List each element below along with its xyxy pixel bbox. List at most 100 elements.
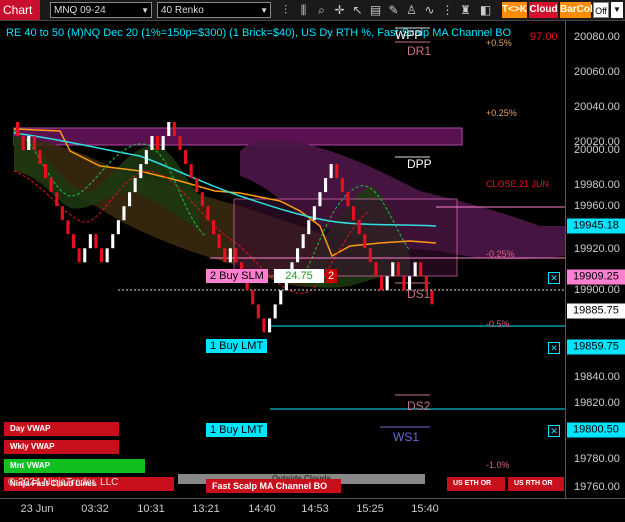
renko-brick-up [329,164,333,179]
chevron-down-icon[interactable]: ▼ [611,2,623,18]
chart-tab[interactable]: Chart [0,0,40,20]
us-eth-or-button[interactable]: US ETH OR [447,477,505,491]
renko-brick-down [256,304,260,319]
bar-type-label: 40 Renko [161,5,204,16]
chart-trader-icon[interactable]: ⋮ [439,2,456,18]
tk-toggle-button[interactable]: T<>K [502,2,527,18]
renko-brick-down [217,234,221,249]
zoom-icon[interactable]: ⌕ [313,2,330,18]
y-tick: 19760.00 [574,481,620,493]
window-link-icon[interactable]: ◧ [477,2,494,18]
current-price-tag: 19885.75 [567,303,625,319]
renko-brick-down [21,136,25,150]
renko-brick-up [318,192,322,207]
x-tick: 13:21 [192,503,220,515]
renko-brick-up [385,276,389,291]
day-vwap-button[interactable]: Day VWAP [4,422,119,436]
strategies-icon[interactable]: ♙ [403,2,420,18]
close-icon[interactable]: ✕ [548,342,560,354]
renko-brick-down [178,136,182,150]
buy-limit-price-tag-2: 19800.50 [567,422,625,438]
ds1-label: DS1 [407,287,431,301]
renko-brick-down [195,178,199,193]
mnt-vwap-button[interactable]: Mnt VWAP [4,459,145,473]
buy-slm-order-label[interactable]: 2 Buy SLM [206,269,268,283]
buy-limit-price-tag-1: 19859.75 [567,339,625,355]
instrument-selector[interactable]: MNQ 09-24 ▼ [50,2,152,18]
renko-brick-up [296,248,300,263]
renko-brick-down [66,220,70,235]
renko-brick-up [301,234,305,249]
y-tick: 19820.00 [574,397,620,409]
pct-minus-100-label: -1.0% [486,460,510,470]
renko-brick-down [184,150,188,165]
buy-slm-price[interactable]: 24.75 [274,269,324,283]
renko-brick-down [38,150,42,165]
renko-brick-down [72,234,76,249]
cloud-toggle-button[interactable]: Cloud [529,2,558,18]
buy-limit-order-label-1[interactable]: 1 Buy LMT [206,339,268,353]
buy-limit-order-label-2[interactable]: 1 Buy LMT [206,423,268,437]
renko-brick-down [156,136,160,150]
renko-brick-up [324,178,328,193]
copyright-text: © 2024 NinjaTrader, LLC [8,477,119,488]
pivot-zone-band [13,127,463,146]
pct-minus-050-label: -0.5% [486,319,510,329]
renko-brick-down [94,234,98,249]
indicators-icon[interactable]: ∿ [421,2,438,18]
renko-brick-down [212,220,216,235]
pct-plus-050-label: +0.5% [486,38,512,48]
renko-brick-down [368,248,372,263]
templates-icon[interactable]: ♜ [457,2,474,18]
renko-brick-up [273,304,277,319]
renko-brick-up [128,192,132,207]
wkly-vwap-button[interactable]: Wkly VWAP [4,440,119,454]
instrument-label: MNQ 09-24 [54,5,106,16]
x-tick: 03:32 [81,503,109,515]
pct-plus-025-label: +0.25% [486,108,517,118]
close-icon[interactable]: ✕ [548,272,560,284]
buy-slm-quantity[interactable]: 2 [325,269,337,283]
renko-brick-up [88,234,92,249]
bars-icon[interactable]: ⫼ [295,2,312,18]
toolbar: Chart MNQ 09-24 ▼ 40 Renko ▼ ⫶ ⫼ ⌕ ✛ ↖ ▤… [0,0,625,21]
barcol-toggle-button[interactable]: BarCol [560,2,593,18]
pointer-icon[interactable]: ↖ [349,2,366,18]
renko-brick-down [402,276,406,291]
y-tick: 19920.00 [574,243,620,255]
drawing-tools-icon[interactable]: ✎ [385,2,402,18]
renko-brick-up [161,136,165,150]
renko-brick-down [340,178,344,193]
fast-scalp-button[interactable]: Fast Scalp MA Channel BO [206,479,341,493]
renko-brick-up [391,262,395,277]
renko-brick-down [44,164,48,179]
close-icon[interactable]: ✕ [548,425,560,437]
chevron-down-icon: ▼ [260,6,268,15]
renko-brick-down [200,192,204,207]
us-rth-or-button[interactable]: US RTH OR [508,477,564,491]
crosshair-icon[interactable]: ✛ [331,2,348,18]
dr1-label: DR1 [407,44,432,58]
renko-brick-down [396,262,400,277]
x-tick: 14:53 [301,503,329,515]
renko-brick-down [206,206,210,221]
renko-brick-up [83,248,87,263]
y-tick: 20000.00 [574,144,620,156]
bar-type-selector[interactable]: 40 Renko ▼ [157,2,271,18]
dpp-label: DPP [407,157,432,171]
chart-title: RE 40 to 50 (M)NQ Dec 20 (1%=150p=$300) … [6,27,512,39]
renko-brick-down [55,192,59,207]
y-tick: 19780.00 [574,453,620,465]
price-97-label: 97.00 [530,31,558,43]
y-tick: 20060.00 [574,66,620,78]
renko-brick-up [228,248,232,263]
order-price-tag: 19909.25 [567,269,625,285]
properties-icon[interactable]: ▤ [367,2,384,18]
renko-brick-up [144,150,148,165]
renko-brick-down [262,318,266,333]
price-axis[interactable]: 20080.00 20060.00 20040.00 20020.00 2000… [565,21,625,498]
off-toggle-button[interactable]: Off [593,2,609,18]
bars-icon[interactable]: ⫶ [277,2,294,18]
time-axis[interactable]: 23 Jun 03:32 10:31 13:21 14:40 14:53 15:… [0,498,625,522]
wpp-label: WPP [395,28,423,42]
